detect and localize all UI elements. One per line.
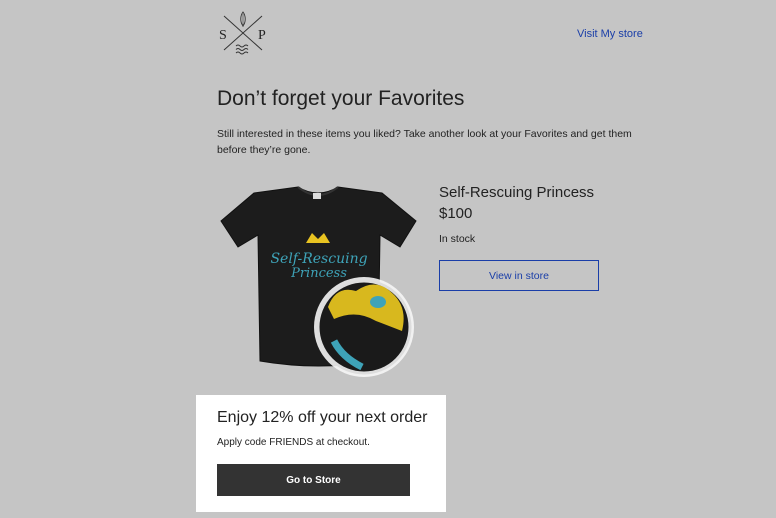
logo-letter-s: S <box>219 28 227 43</box>
promo-card: Enjoy 12% off your next order Apply code… <box>196 395 446 512</box>
tshirt-image[interactable]: Self-Rescuing Princess <box>216 181 421 381</box>
intro-text: Still interested in these items you like… <box>217 128 632 156</box>
go-to-store-button[interactable]: Go to Store <box>217 464 410 496</box>
promo-title: Enjoy 12% off your next order <box>217 409 428 426</box>
view-in-store-button[interactable]: View in store <box>439 260 599 291</box>
store-logo: S P <box>219 11 266 55</box>
page-title: Don’t forget your Favorites <box>217 87 465 110</box>
product-price: $100 <box>439 205 473 222</box>
product-name: Self-Rescuing Princess <box>439 184 595 201</box>
print-text-line1: Self-Rescuing <box>270 251 367 267</box>
logo-letter-p: P <box>258 28 266 43</box>
promo-text: Apply code FRIENDS at checkout. <box>217 437 370 448</box>
print-text-line2: Princess <box>290 266 347 281</box>
visit-store-link[interactable]: Visit My store <box>577 28 643 40</box>
stock-status: In stock <box>439 233 476 245</box>
